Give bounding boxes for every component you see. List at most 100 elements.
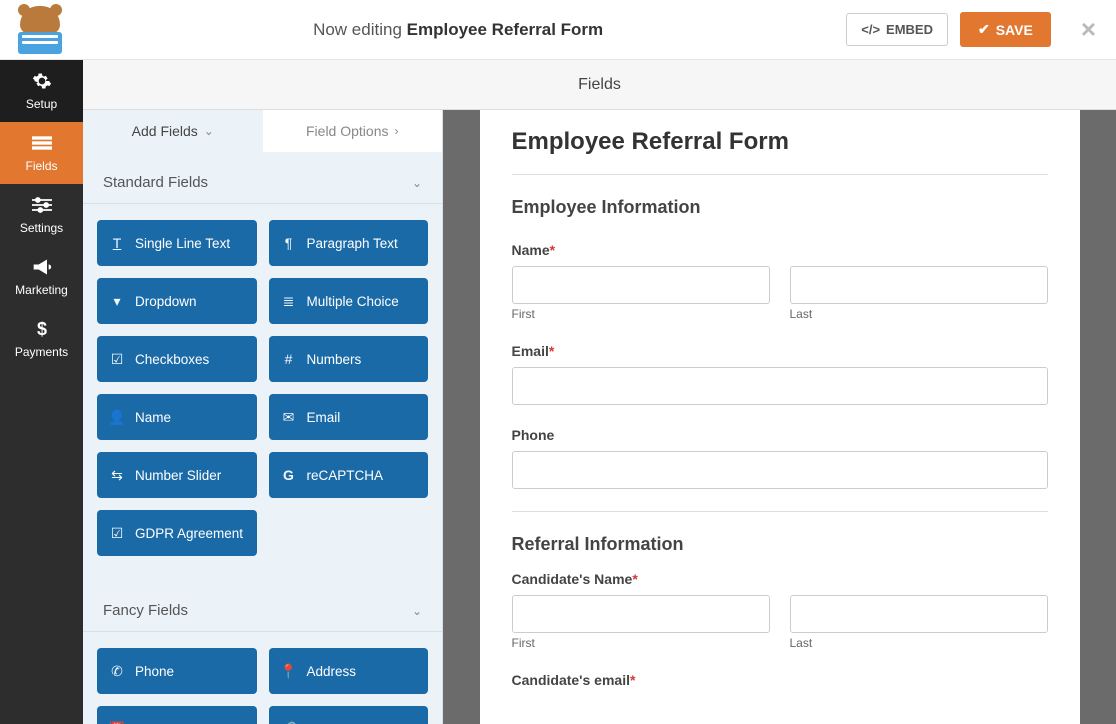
chevron-down-icon: ⌄	[204, 124, 214, 138]
preview-field-candidate-email[interactable]: Candidate's email*	[512, 672, 1048, 688]
embed-button[interactable]: </> EMBED	[846, 13, 948, 46]
field-checkboxes[interactable]: ☑Checkboxes	[97, 336, 257, 382]
field-label: Candidate's email*	[512, 672, 1048, 688]
preview-canvas[interactable]: Employee Referral Form Employee Informat…	[443, 110, 1116, 724]
field-label: Phone	[512, 427, 1048, 443]
nav-marketing[interactable]: Marketing	[0, 246, 83, 308]
field-number-slider[interactable]: ⇆Number Slider	[97, 452, 257, 498]
embed-label: EMBED	[886, 22, 933, 37]
standard-fields-grid: TSingle Line Text ¶Paragraph Text ▾Dropd…	[83, 220, 442, 556]
field-label: Email*	[512, 343, 1048, 359]
save-label: SAVE	[996, 22, 1033, 38]
preview-form-title: Employee Referral Form	[512, 128, 1048, 156]
field-numbers[interactable]: #Numbers	[269, 336, 429, 382]
section-title: Standard Fields	[103, 174, 208, 191]
editing-form-name: Employee Referral Form	[407, 20, 604, 39]
preview-field-email[interactable]: Email*	[512, 343, 1048, 405]
input-first[interactable]	[512, 266, 770, 304]
field-label: Name*	[512, 242, 1048, 258]
field-name[interactable]: 👤Name	[97, 394, 257, 440]
hint-first: First	[512, 636, 770, 650]
tab-field-options[interactable]: Field Options ›	[263, 110, 443, 152]
field-recaptcha[interactable]: GreCAPTCHA	[269, 452, 429, 498]
tab-bar: Fields	[83, 60, 1116, 110]
sidebar-scroll[interactable]: Standard Fields ⌄ TSingle Line Text ¶Par…	[83, 152, 442, 724]
user-icon: 👤	[109, 410, 125, 424]
mail-icon: ✉	[281, 410, 297, 424]
list-icon: ≣	[281, 294, 297, 308]
field-label: Candidate's Name*	[512, 571, 1048, 587]
editing-prefix: Now editing	[313, 20, 407, 39]
app-header: Now editing Employee Referral Form </> E…	[0, 0, 1116, 60]
nav-label: Fields	[25, 159, 57, 173]
input-email[interactable]	[512, 367, 1048, 405]
pin-icon: 📍	[281, 664, 297, 678]
section-title: Fancy Fields	[103, 602, 188, 619]
gear-icon	[32, 71, 52, 91]
field-phone[interactable]: ✆Phone	[97, 648, 257, 694]
hint-last: Last	[790, 636, 1048, 650]
megaphone-icon	[32, 257, 52, 277]
preview-section-title: Employee Information	[512, 197, 1048, 218]
form-icon	[32, 133, 52, 153]
nav-label: Payments	[15, 345, 68, 359]
close-icon[interactable]: ×	[1081, 14, 1096, 45]
nav-fields[interactable]: Fields	[0, 122, 83, 184]
chevron-down-icon: ⌄	[412, 604, 422, 618]
section-standard-fields[interactable]: Standard Fields ⌄	[83, 152, 442, 204]
nav-payments[interactable]: $ Payments	[0, 308, 83, 370]
nav-setup[interactable]: Setup	[0, 60, 83, 122]
field-paragraph-text[interactable]: ¶Paragraph Text	[269, 220, 429, 266]
tab-add-fields[interactable]: Add Fields ⌄	[83, 110, 263, 152]
tab-label: Add Fields	[132, 123, 198, 139]
nav-label: Settings	[20, 221, 63, 235]
nav-label: Marketing	[15, 283, 68, 297]
section-fancy-fields[interactable]: Fancy Fields ⌄	[83, 580, 442, 632]
hash-icon: #	[281, 352, 297, 366]
field-gdpr[interactable]: ☑GDPR Agreement	[97, 510, 257, 556]
chevron-down-icon: ⌄	[412, 176, 422, 190]
field-website[interactable]: 🔗Website / URL	[269, 706, 429, 724]
fancy-fields-grid: ✆Phone 📍Address 📅Date / Time 🔗Website / …	[83, 648, 442, 724]
dollar-icon: $	[32, 319, 52, 339]
save-button[interactable]: ✔ SAVE	[960, 12, 1051, 47]
recaptcha-icon: G	[281, 468, 297, 482]
code-icon: </>	[861, 22, 880, 37]
field-address[interactable]: 📍Address	[269, 648, 429, 694]
hint-last: Last	[790, 307, 1048, 321]
sliders-icon	[32, 195, 52, 215]
header-title: Now editing Employee Referral Form	[70, 20, 846, 40]
input-last[interactable]	[790, 266, 1048, 304]
fields-sidebar: Add Fields ⌄ Field Options › Standard Fi…	[83, 110, 443, 724]
check-icon: ☑	[109, 526, 125, 540]
check-icon: ✔	[978, 21, 990, 38]
tab-title: Fields	[578, 76, 621, 94]
nav-settings[interactable]: Settings	[0, 184, 83, 246]
preview-field-candidate-name[interactable]: Candidate's Name* First Last	[512, 571, 1048, 650]
svg-text:$: $	[36, 319, 46, 339]
preview-field-phone[interactable]: Phone	[512, 427, 1048, 489]
divider	[512, 174, 1048, 175]
field-multiple-choice[interactable]: ≣Multiple Choice	[269, 278, 429, 324]
input-phone[interactable]	[512, 451, 1048, 489]
input-first[interactable]	[512, 595, 770, 633]
hint-first: First	[512, 307, 770, 321]
slider-icon: ⇆	[109, 468, 125, 482]
nav-label: Setup	[26, 97, 57, 111]
field-email[interactable]: ✉Email	[269, 394, 429, 440]
form-preview: Employee Referral Form Employee Informat…	[480, 110, 1080, 724]
preview-section-title: Referral Information	[512, 534, 1048, 555]
app-logo	[10, 6, 70, 54]
field-dropdown[interactable]: ▾Dropdown	[97, 278, 257, 324]
chevron-right-icon: ›	[394, 124, 398, 138]
check-icon: ☑	[109, 352, 125, 366]
field-single-line-text[interactable]: TSingle Line Text	[97, 220, 257, 266]
left-nav: Setup Fields Settings Marketing $ Paymen…	[0, 60, 83, 724]
paragraph-icon: ¶	[281, 236, 297, 250]
field-datetime[interactable]: 📅Date / Time	[97, 706, 257, 724]
input-last[interactable]	[790, 595, 1048, 633]
tab-label: Field Options	[306, 123, 388, 139]
dropdown-icon: ▾	[109, 294, 125, 308]
text-icon: T	[109, 236, 125, 250]
preview-field-name[interactable]: Name* First Last	[512, 242, 1048, 321]
